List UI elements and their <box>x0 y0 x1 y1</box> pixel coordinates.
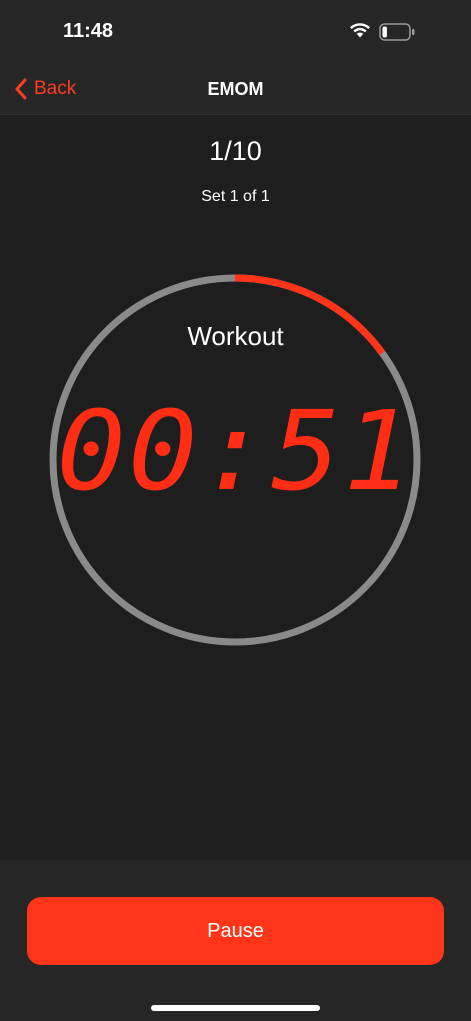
timer-display: 00:51 <box>56 387 415 515</box>
status-bar: 11:48 <box>0 0 471 62</box>
page-title: EMOM <box>207 79 264 99</box>
bottom-toolbar: Pause <box>0 860 471 1021</box>
navigation-bar: Back EMOM <box>0 62 471 115</box>
wifi-icon <box>350 23 370 38</box>
status-time: 11:48 <box>63 20 114 42</box>
phase-label: Workout <box>187 321 284 351</box>
home-indicator <box>151 1005 320 1011</box>
set-label: Set 1 of 1 <box>201 188 270 205</box>
round-counter: 1/10 <box>209 136 262 166</box>
battery-icon <box>379 23 415 41</box>
pause-button[interactable]: Pause <box>27 897 444 965</box>
